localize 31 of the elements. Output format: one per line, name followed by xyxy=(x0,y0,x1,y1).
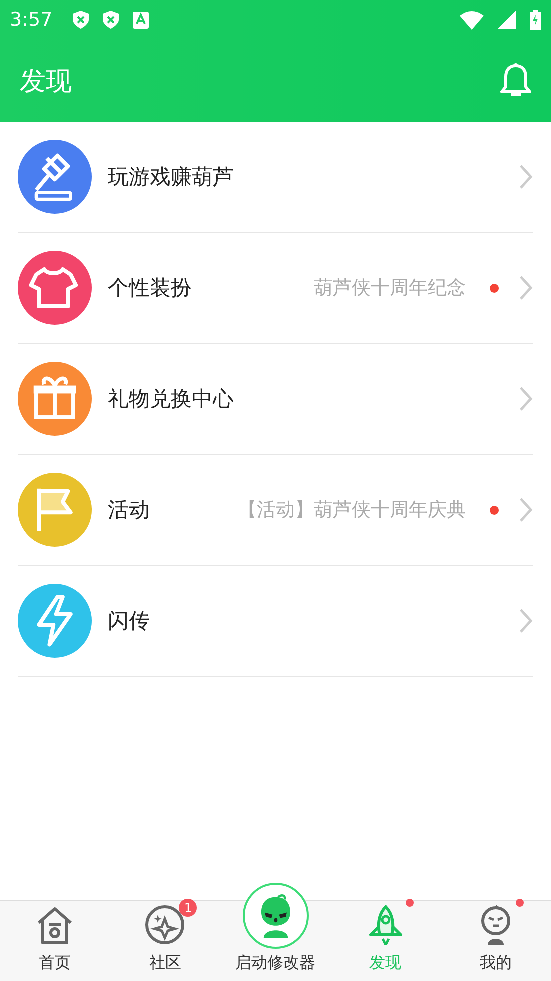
list-item[interactable]: 礼物兑换中心 xyxy=(18,344,533,455)
item-subtitle: 葫芦侠十周年纪念 xyxy=(314,276,466,301)
item-title: 礼物兑换中心 xyxy=(108,386,235,413)
status-time: 3:57 xyxy=(10,9,53,31)
item-title: 闪传 xyxy=(108,608,151,635)
chevron-icon xyxy=(519,386,533,412)
shield-icon xyxy=(102,11,119,29)
bell-icon[interactable] xyxy=(499,63,533,99)
list-item[interactable]: 闪传 xyxy=(18,566,533,677)
item-title: 个性装扮 xyxy=(108,275,193,302)
item-title: 活动 xyxy=(108,497,151,524)
wifi-icon xyxy=(460,10,484,30)
nav-tab[interactable]: 启动修改器 xyxy=(220,879,331,981)
chevron-icon xyxy=(519,608,533,634)
chevron-icon xyxy=(519,164,533,190)
list-item[interactable]: 玩游戏赚葫芦 xyxy=(18,122,533,233)
nav-tab[interactable]: 1 社区 xyxy=(110,901,220,981)
signal-icon xyxy=(498,11,516,29)
shield-icon xyxy=(72,11,89,29)
page-title: 发现 xyxy=(20,66,73,98)
app-notification-icon xyxy=(132,12,149,28)
nav-tab[interactable]: 我的 xyxy=(440,901,551,981)
chevron-icon xyxy=(519,497,533,523)
list-item[interactable]: 个性装扮 葫芦侠十周年纪念 xyxy=(18,233,533,344)
list-item[interactable]: 活动 【活动】葫芦侠十周年庆典 xyxy=(18,455,533,566)
count-badge: 1 xyxy=(179,899,198,917)
item-title: 玩游戏赚葫芦 xyxy=(108,164,235,191)
battery-icon xyxy=(530,10,541,30)
chevron-icon xyxy=(519,275,533,301)
nav-tab[interactable]: 首页 xyxy=(0,901,110,981)
item-subtitle: 【活动】葫芦侠十周年庆典 xyxy=(238,498,466,523)
